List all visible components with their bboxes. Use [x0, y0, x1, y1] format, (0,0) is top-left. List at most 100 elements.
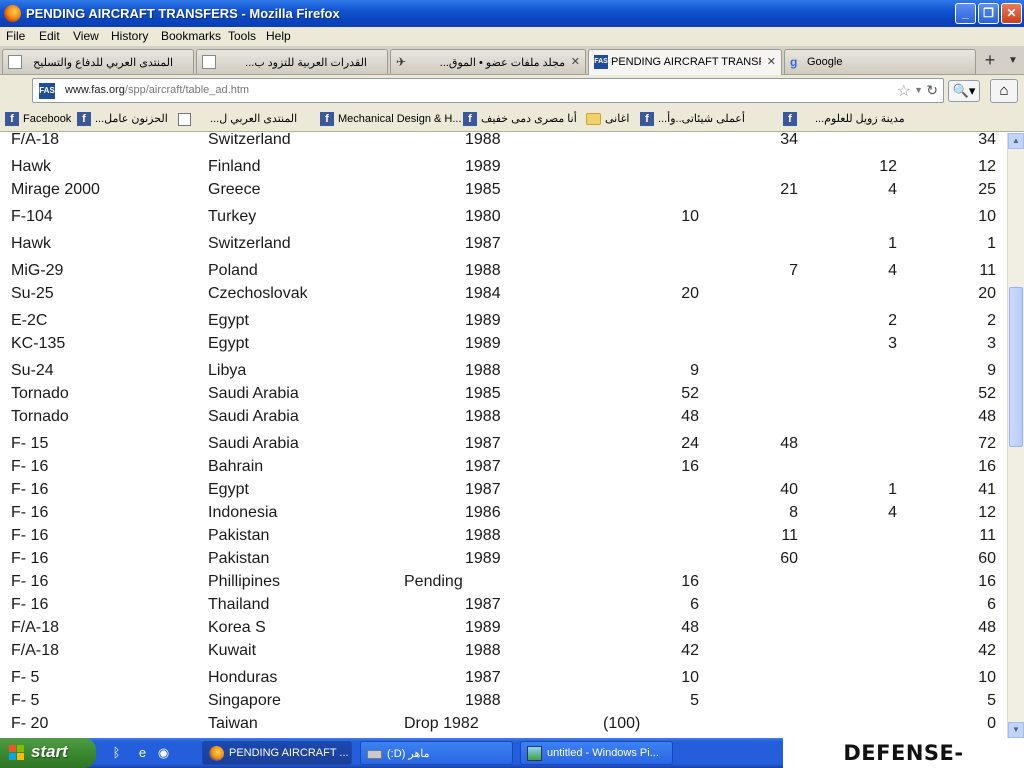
cell-country: Libya [208, 362, 247, 379]
bluetooth-icon[interactable]: ᛒ [108, 744, 125, 761]
blank-page-icon [202, 55, 216, 69]
search-engine-button[interactable]: 🔍▾ [948, 80, 980, 102]
scroll-thumb[interactable] [1009, 287, 1023, 447]
cell-aircraft: F- 16 [11, 550, 49, 567]
history-dropdown-icon[interactable]: ▼ [914, 85, 923, 95]
cell-value-1: 20 [681, 285, 699, 302]
cell-total: 10 [978, 208, 996, 225]
tab-arab-capabilities[interactable]: القدرات العربية للتزود ب... [196, 49, 388, 74]
cell-aircraft: F- 16 [11, 481, 49, 498]
bookmark-item[interactable]: f أنا مصرى دمى خفيف [463, 112, 577, 127]
cell-country: Thailand [208, 596, 270, 613]
start-button[interactable]: start [0, 738, 96, 768]
cell-total: 3 [987, 335, 996, 352]
vertical-scrollbar[interactable]: ▲ ▼ [1007, 133, 1024, 738]
jet-icon: ✈ [396, 55, 407, 69]
menu-file[interactable]: File [6, 29, 25, 43]
cell-country: Switzerland [208, 133, 291, 148]
maximize-button[interactable]: ❐ [978, 3, 999, 24]
cell-value-1: 10 [681, 669, 699, 686]
cell-country: Czechoslovak [208, 285, 308, 302]
table-row: MiG-29 Poland 1988 7 4 11 [0, 262, 1007, 282]
menu-view[interactable]: View [73, 29, 99, 43]
internet-explorer-icon[interactable]: e [134, 744, 151, 761]
bookmark-facebook[interactable]: f Facebook [5, 112, 71, 126]
task-drive[interactable]: ماهر (D:) [360, 741, 513, 765]
fas-logo-icon: FAS [594, 55, 608, 69]
table-row: F/A-18 Kuwait 1988 42 42 [0, 642, 1007, 662]
cell-total: 12 [978, 504, 996, 521]
new-tab-button[interactable]: + [978, 50, 1002, 72]
firefox-icon [4, 5, 21, 22]
tab-label: مجلد ملفات عضو • الموق... [439, 57, 565, 69]
cell-country: Greece [208, 181, 261, 198]
close-tab-icon[interactable]: ✕ [571, 55, 580, 68]
tab-member-files[interactable]: ✈ مجلد ملفات عضو • الموق... ✕ [390, 49, 586, 74]
cell-status: Pending [404, 573, 463, 590]
cell-year: 1989 [465, 335, 501, 352]
tab-arab-forum[interactable]: المنتدى العربي للدفاع والتسليح [2, 49, 194, 74]
table-row: F- 20 Taiwan Drop 1982 (100) 0 [0, 715, 1007, 735]
cell-total: 41 [978, 481, 996, 498]
url-bar[interactable]: FAS www.fas.org/spp/aircraft/table_ad.ht… [32, 78, 944, 103]
url-text[interactable]: www.fas.org/spp/aircraft/table_ad.htm [65, 84, 249, 96]
cell-aircraft: F/A-18 [11, 642, 60, 659]
menu-tools[interactable]: Tools [228, 29, 256, 43]
cell-country: Pakistan [208, 550, 270, 567]
navigation-bar: FAS www.fas.org/spp/aircraft/table_ad.ht… [0, 75, 1024, 108]
bookmark-star-icon[interactable]: ☆ [897, 81, 911, 101]
table-row: F-104 Turkey 1980 10 10 [0, 208, 1007, 228]
cell-country: Bahrain [208, 458, 264, 475]
close-tab-icon[interactable]: ✕ [767, 55, 776, 68]
cell-country: Phillipines [208, 573, 281, 590]
scroll-down-arrow-icon[interactable]: ▼ [1008, 722, 1024, 738]
bookmark-item[interactable]: المنتدى العربي ل... [172, 112, 297, 126]
cell-aircraft: F- 5 [11, 692, 40, 709]
cell-aircraft: F- 16 [11, 596, 49, 613]
bookmark-item[interactable]: f مدينة زويل للعلوم... [783, 112, 905, 127]
minimize-button[interactable]: _ [955, 3, 976, 24]
home-icon[interactable]: ⌂ [990, 79, 1018, 103]
cell-total: 34 [978, 133, 996, 148]
close-button[interactable]: ✕ [1001, 3, 1022, 24]
scroll-up-arrow-icon[interactable]: ▲ [1008, 133, 1024, 149]
tab-google[interactable]: g Google [784, 49, 976, 74]
task-paint[interactable]: untitled - Windows Pi... [520, 741, 673, 765]
site-identity-icon[interactable]: FAS [39, 83, 55, 99]
cell-year: 1989 [465, 312, 501, 329]
firefox-icon [209, 746, 224, 761]
cell-aircraft: Su-25 [11, 285, 54, 302]
bookmark-item[interactable]: f Mechanical Design & H... [320, 112, 462, 126]
title-bar: PENDING AIRCRAFT TRANSFERS - Mozilla Fir… [0, 0, 1024, 27]
menu-edit[interactable]: Edit [39, 29, 60, 43]
bookmark-item[interactable]: f أعملى شيئاتى..وأ... [640, 112, 745, 127]
cell-total: 12 [978, 158, 996, 175]
cell-year: 1988 [465, 133, 501, 148]
cell-country: Taiwan [208, 715, 258, 732]
bookmark-folder[interactable]: اغانى [586, 112, 629, 126]
cell-aircraft: F-104 [11, 208, 53, 225]
tab-pending-aircraft[interactable]: FAS PENDING AIRCRAFT TRANSF... ✕ [588, 49, 782, 75]
menu-history[interactable]: History [111, 29, 148, 43]
table-row: F- 16 Bahrain 1987 16 16 [0, 458, 1007, 478]
blank-page-icon [8, 55, 22, 69]
cell-value-3: 3 [888, 335, 897, 352]
cell-value-1: 24 [681, 435, 699, 452]
cell-year: 1988 [465, 642, 501, 659]
cell-total: 1 [987, 235, 996, 252]
tab-list-button[interactable]: ▼ [1004, 50, 1022, 72]
facebook-icon: f [320, 112, 334, 126]
reload-icon[interactable]: ↻ [926, 82, 938, 99]
table-row: F- 15 Saudi Arabia 1987 24 48 72 [0, 435, 1007, 455]
bookmark-item[interactable]: f الحزنون عامل... [77, 112, 168, 127]
cell-year: 1989 [465, 158, 501, 175]
menu-bookmarks[interactable]: Bookmarks [161, 29, 221, 43]
menu-help[interactable]: Help [266, 29, 291, 43]
facebook-icon: f [640, 112, 654, 127]
cell-value-1: 10 [681, 208, 699, 225]
table-row: Mirage 2000 Greece 1985 21 4 25 [0, 181, 1007, 201]
firefox-quicklaunch-icon[interactable]: ◉ [155, 744, 172, 761]
cell-note: (100) [603, 715, 641, 732]
table-row: F- 16 Thailand 1987 6 6 [0, 596, 1007, 616]
task-firefox[interactable]: PENDING AIRCRAFT ... [202, 741, 352, 765]
